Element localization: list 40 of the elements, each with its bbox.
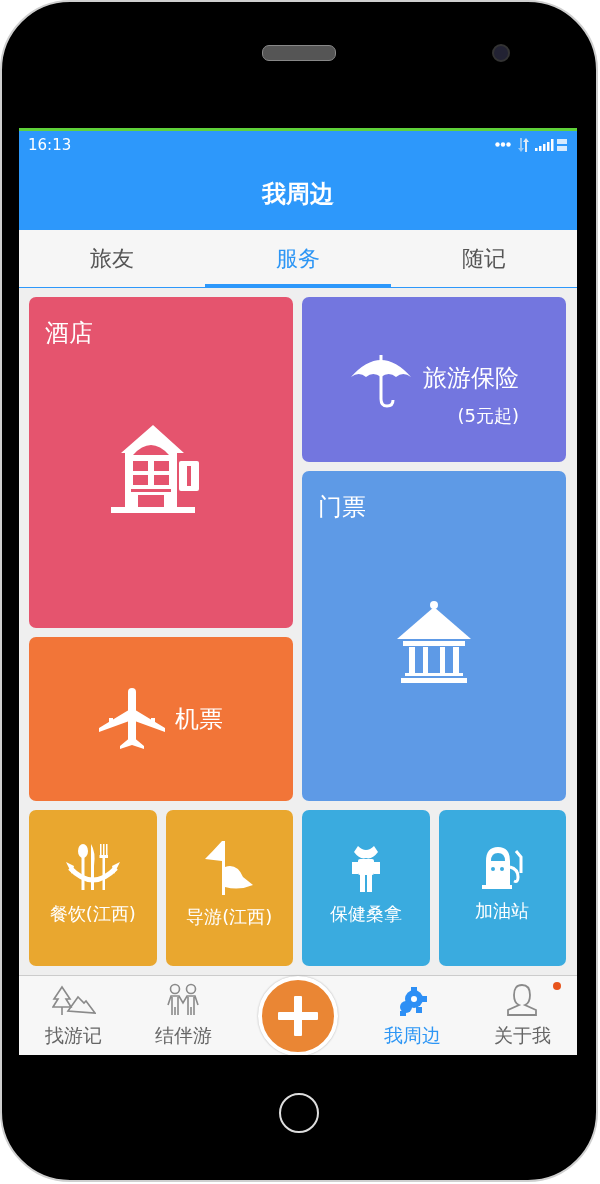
nav-tab[interactable]: 结伴游	[128, 976, 238, 1055]
page-title: 我周边	[262, 179, 334, 210]
status-time: 16:13	[28, 135, 73, 154]
more-dots-icon	[495, 142, 511, 147]
tab[interactable]: 随记	[391, 230, 577, 288]
service-tile[interactable]: 餐饮(江西)	[29, 810, 157, 966]
airplane-icon	[99, 688, 165, 750]
tile-label: 机票	[175, 704, 223, 735]
tile-label: 餐饮(江西)	[49, 902, 136, 926]
temple-icon	[395, 601, 473, 683]
tile-label: 保健桑拿	[329, 902, 402, 926]
signal-icon	[535, 137, 569, 152]
service-tile[interactable]: 机票	[29, 637, 293, 801]
service-tile[interactable]: 酒店	[29, 297, 293, 628]
tile-label: 加油站	[475, 899, 530, 923]
nav-tab[interactable]: 我周边	[358, 976, 468, 1055]
price-note: (5元起)	[457, 403, 519, 428]
tile-label: 酒店	[45, 318, 94, 349]
service-tile[interactable]: 门票	[302, 471, 566, 801]
service-tile[interactable]: 保健桑拿	[302, 810, 430, 966]
tile-label: 旅游保险	[423, 362, 519, 394]
person-icon	[505, 983, 540, 1017]
nav-tab[interactable]: 找游记	[19, 976, 129, 1055]
mountains-icon	[51, 985, 96, 1017]
gas-pump-icon	[480, 847, 525, 889]
home-button[interactable]	[279, 1092, 319, 1133]
plus-icon	[278, 995, 318, 1036]
tab[interactable]: 旅友	[19, 230, 205, 288]
tile-label: 导游(江西)	[186, 905, 273, 929]
service-tile[interactable]: 导游(江西)	[165, 810, 293, 966]
data-arrows-icon	[517, 137, 529, 152]
tile-label: 门票	[318, 492, 367, 523]
service-tile[interactable]: 加油站	[438, 810, 566, 966]
nav-tab[interactable]: 关于我	[467, 976, 577, 1055]
figure-icon	[349, 844, 382, 892]
two-people-icon	[165, 983, 202, 1017]
cutlery-icon	[65, 844, 120, 892]
add-button[interactable]	[258, 975, 338, 1055]
service-tile[interactable]: 旅游保险 (5元起)	[302, 297, 566, 462]
camera-lens	[492, 44, 510, 62]
